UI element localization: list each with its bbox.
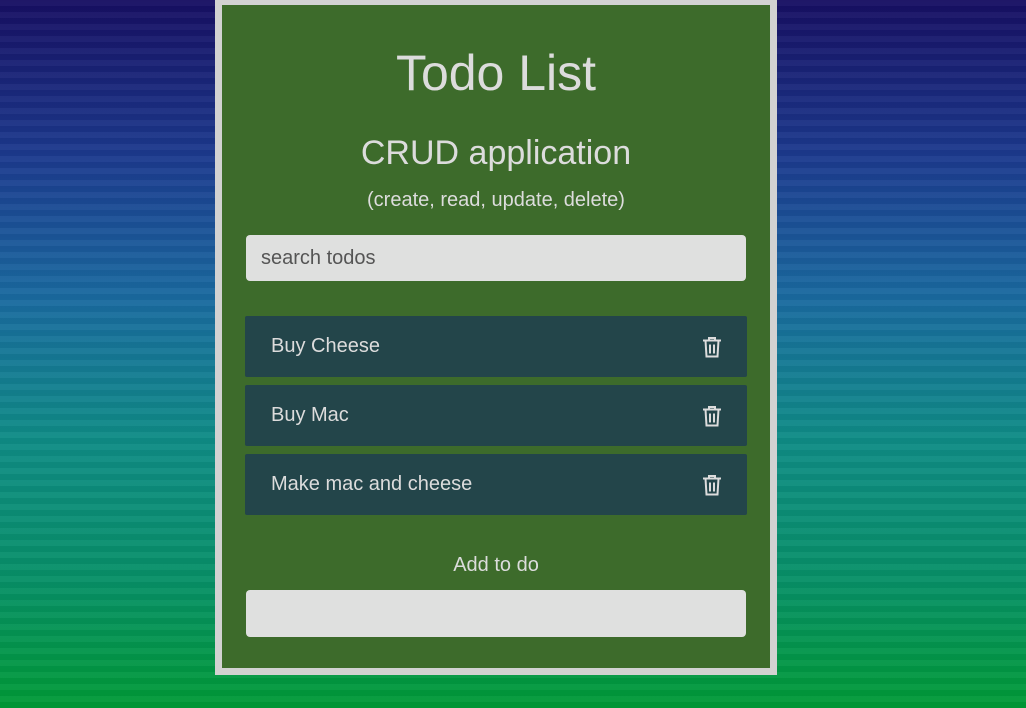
todo-item[interactable]: Make mac and cheese bbox=[245, 454, 747, 515]
search-input[interactable] bbox=[246, 235, 746, 281]
add-todo-label: Add to do bbox=[453, 554, 539, 576]
todo-item-label: Buy Cheese bbox=[271, 335, 380, 357]
trash-icon[interactable] bbox=[701, 473, 723, 497]
page-subtitle: CRUD application bbox=[360, 134, 632, 172]
todo-item[interactable]: Buy Cheese bbox=[245, 316, 747, 377]
todo-item-label: Make mac and cheese bbox=[271, 473, 473, 495]
todo-item-label: Buy Mac bbox=[271, 404, 349, 426]
todo-panel: Todo List CRUD application (create, read… bbox=[215, 0, 777, 675]
page-description: (create, read, update, delete) bbox=[367, 189, 625, 211]
page-title: Todo List bbox=[395, 45, 597, 101]
trash-icon[interactable] bbox=[701, 335, 723, 359]
trash-icon[interactable] bbox=[701, 404, 723, 428]
add-todo-input[interactable] bbox=[246, 590, 746, 637]
todo-item[interactable]: Buy Mac bbox=[245, 385, 747, 446]
